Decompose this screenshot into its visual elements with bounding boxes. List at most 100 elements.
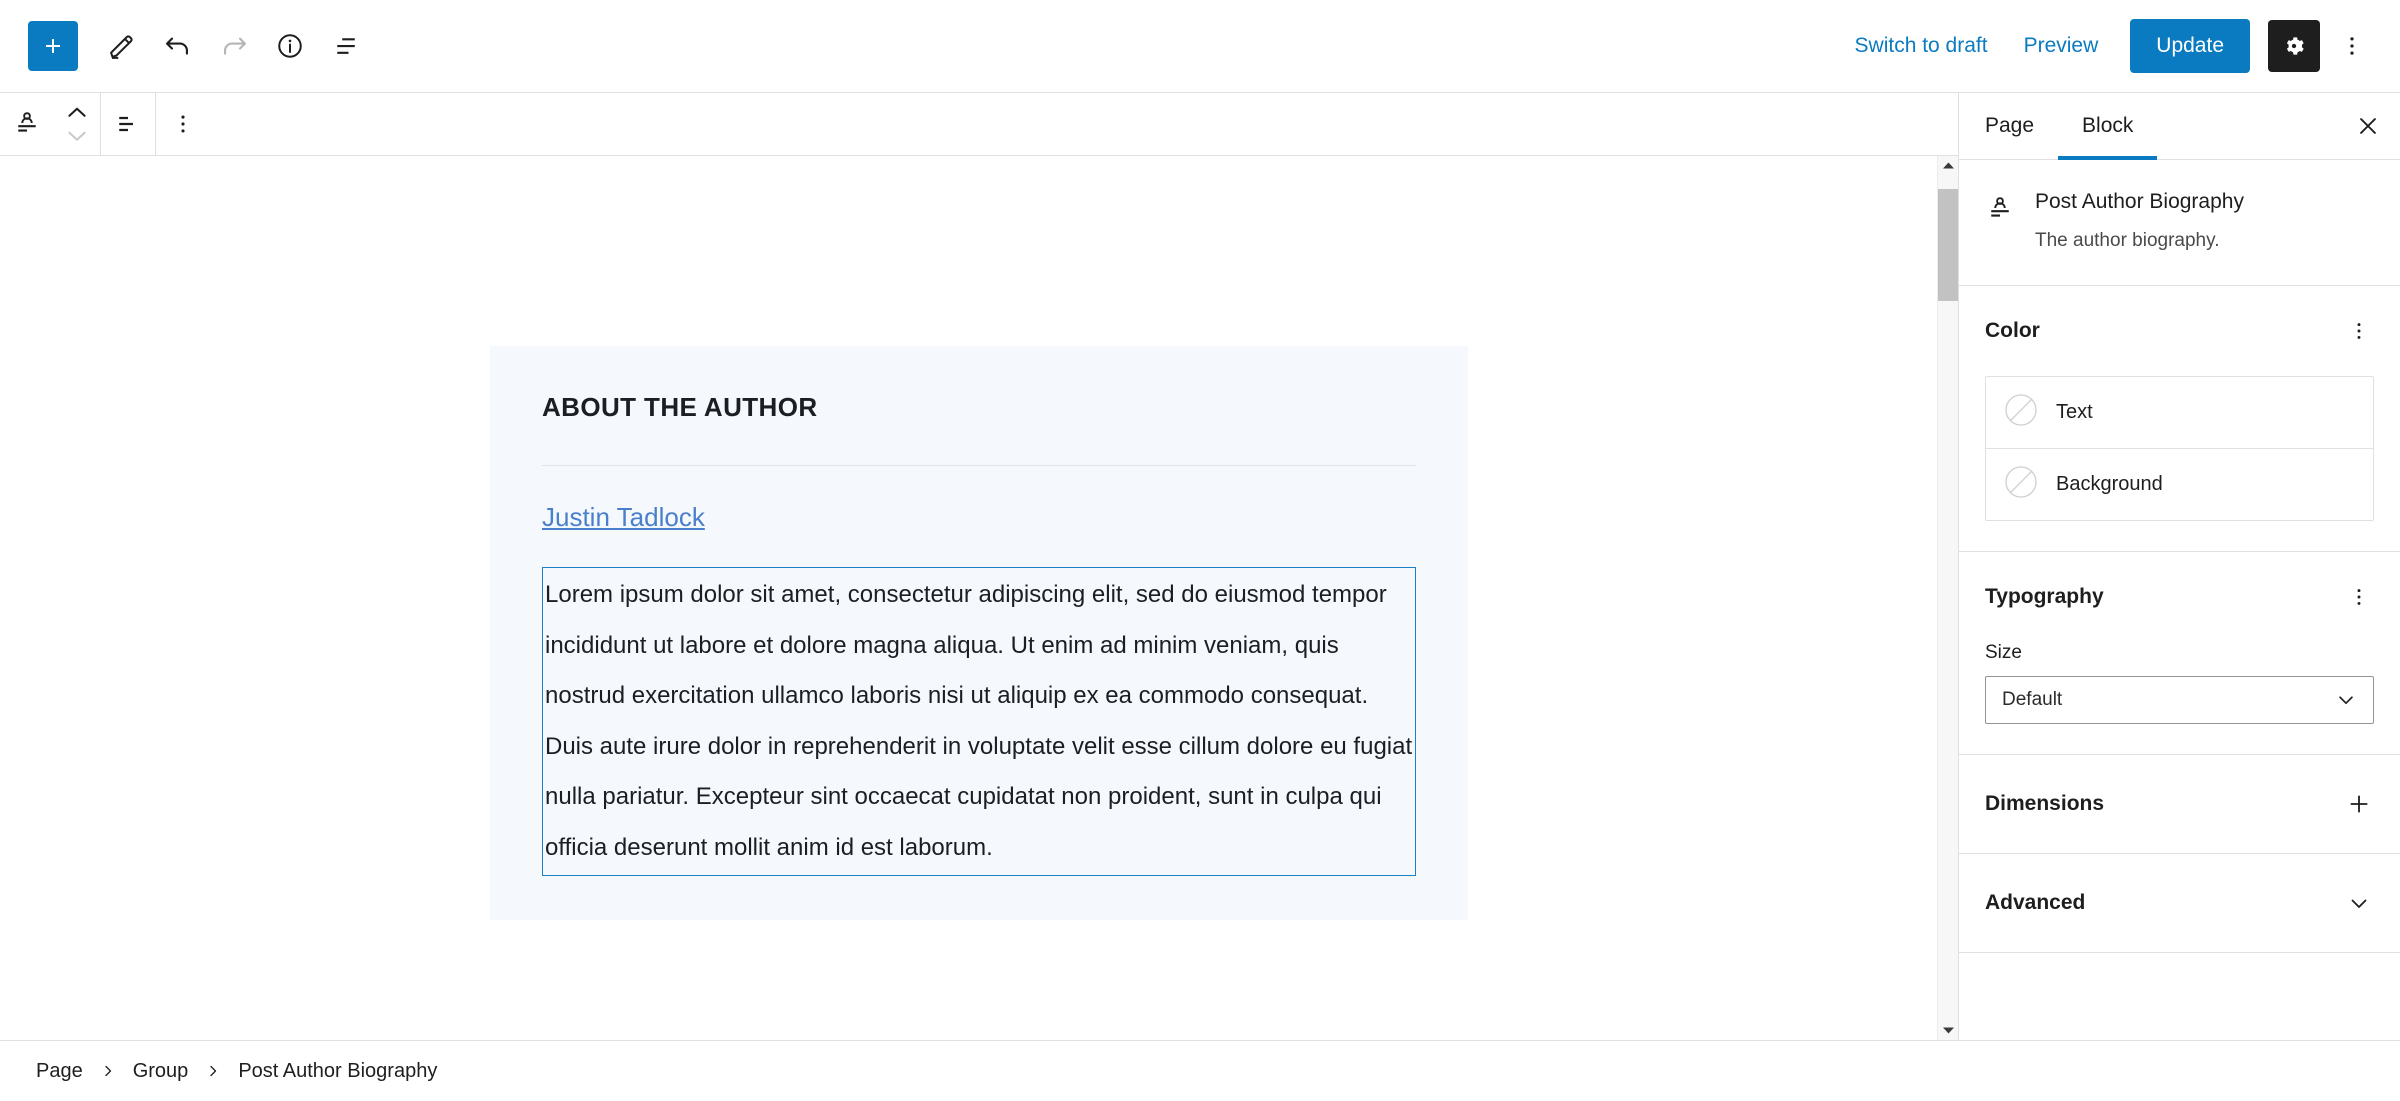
group-block[interactable]: ABOUT THE AUTHOR Justin Tadlock Lorem ip… xyxy=(490,346,1468,920)
pencil-icon xyxy=(109,35,133,59)
details-button[interactable] xyxy=(262,18,318,74)
none-swatch-icon xyxy=(2004,393,2038,432)
info-icon xyxy=(278,34,302,58)
panel-typography: Typography Size Default xyxy=(1959,552,2400,755)
breadcrumb: Page Group Post Author Biography xyxy=(34,1054,439,1089)
breadcrumb-item-page[interactable]: Page xyxy=(34,1054,85,1089)
color-row-text[interactable]: Text xyxy=(1986,376,2373,448)
settings-toggle-button[interactable] xyxy=(2268,20,2320,72)
list-view-icon xyxy=(337,38,355,54)
color-row-background[interactable]: Background xyxy=(1986,447,2373,520)
breadcrumb-item-group[interactable]: Group xyxy=(131,1054,191,1089)
settings-sidebar: Page Block Post Author Biography The aut… xyxy=(1959,93,2400,1040)
color-label-text: Text xyxy=(2056,400,2093,423)
block-card-title: Post Author Biography xyxy=(2035,190,2244,213)
panel-advanced-title: Advanced xyxy=(1985,890,2086,914)
color-label-background: Background xyxy=(2056,472,2163,495)
post-author-name-link[interactable]: Justin Tadlock xyxy=(542,502,705,533)
color-options-list: Text Background xyxy=(1985,375,2374,521)
scroll-down-arrow[interactable] xyxy=(1938,1021,1958,1040)
panel-advanced-header[interactable]: Advanced xyxy=(1959,854,2400,952)
color-options-button[interactable] xyxy=(2340,312,2378,350)
font-size-select[interactable]: Default xyxy=(1985,675,2374,724)
block-options-button[interactable] xyxy=(156,93,210,155)
switch-to-draft-button[interactable]: Switch to draft xyxy=(1837,22,2006,70)
editor-body: ABOUT THE AUTHOR Justin Tadlock Lorem ip… xyxy=(0,93,2400,1040)
font-size-label: Size xyxy=(1985,641,2022,663)
editor-footer: Page Group Post Author Biography xyxy=(0,1040,2400,1101)
caret-down-icon xyxy=(1942,1027,1954,1034)
close-sidebar-button[interactable] xyxy=(2340,93,2396,159)
panel-dimensions-title: Dimensions xyxy=(1985,791,2105,815)
move-down-button[interactable] xyxy=(64,125,90,147)
undo-button[interactable] xyxy=(150,18,206,74)
kebab-vertical-icon xyxy=(2350,37,2354,55)
kebab-vertical-icon xyxy=(181,115,185,133)
block-inserter-button[interactable] xyxy=(28,21,78,71)
undo-icon xyxy=(166,37,188,55)
chevron-down-icon xyxy=(2351,899,2367,908)
scroll-up-arrow[interactable] xyxy=(1938,156,1958,175)
typography-options-button[interactable] xyxy=(2340,578,2378,616)
gear-icon xyxy=(2286,37,2304,55)
block-toolbar xyxy=(0,93,1958,156)
plus-icon xyxy=(2350,795,2368,813)
canvas-scrollbar[interactable] xyxy=(1937,156,1958,1040)
panel-typography-title: Typography xyxy=(1985,584,2104,608)
panel-dimensions-header[interactable]: Dimensions xyxy=(1959,755,2400,853)
block-type-switcher-button[interactable] xyxy=(0,93,54,155)
plus-icon xyxy=(46,39,60,53)
separator-rule xyxy=(542,465,1416,466)
panel-typography-body: Size Default xyxy=(1959,642,2400,754)
more-options-button[interactable] xyxy=(2326,20,2378,72)
preview-button[interactable]: Preview xyxy=(2006,22,2117,70)
chevron-up-icon xyxy=(68,107,86,117)
sidebar-tabs: Page Block xyxy=(1959,93,2400,160)
post-author-biography-text[interactable]: Lorem ipsum dolor sit amet, consectetur … xyxy=(545,570,1415,873)
font-size-value: Default xyxy=(2002,688,2063,710)
header-left-toolbar xyxy=(28,18,374,74)
list-view-button[interactable] xyxy=(318,18,374,74)
kebab-vertical-icon xyxy=(2357,322,2361,339)
align-text-button[interactable] xyxy=(101,93,155,155)
editor-canvas[interactable]: ABOUT THE AUTHOR Justin Tadlock Lorem ip… xyxy=(0,156,1958,1040)
post-author-biography-block[interactable]: Lorem ipsum dolor sit amet, consectetur … xyxy=(542,567,1416,876)
post-author-biography-icon xyxy=(18,112,36,132)
panel-color-title: Color xyxy=(1985,318,2040,342)
panel-typography-header: Typography xyxy=(1959,552,2400,642)
align-group xyxy=(101,93,155,155)
panel-advanced[interactable]: Advanced xyxy=(1959,854,2400,953)
block-type-group xyxy=(0,93,100,155)
header-right-toolbar: Switch to draft Preview Update xyxy=(1837,19,2378,73)
breadcrumb-separator xyxy=(190,1064,236,1078)
redo-icon xyxy=(224,37,246,55)
scrollbar-track[interactable] xyxy=(1938,175,1958,1021)
breadcrumb-item-post-author-biography[interactable]: Post Author Biography xyxy=(236,1054,439,1089)
tab-page[interactable]: Page xyxy=(1985,93,2058,159)
panel-dimensions[interactable]: Dimensions xyxy=(1959,755,2400,854)
redo-button[interactable] xyxy=(206,18,262,74)
none-swatch-icon xyxy=(2004,465,2038,504)
tab-block[interactable]: Block xyxy=(2058,93,2158,160)
close-icon xyxy=(2360,118,2376,134)
chevron-down-icon xyxy=(2335,689,2357,711)
panel-color-body: Text Background xyxy=(1959,375,2400,551)
update-button[interactable]: Update xyxy=(2130,19,2250,73)
editor-column: ABOUT THE AUTHOR Justin Tadlock Lorem ip… xyxy=(0,93,1959,1040)
dimensions-add-button[interactable] xyxy=(2340,785,2378,823)
block-card-description: The author biography. xyxy=(2035,230,2220,251)
advanced-expand-button[interactable] xyxy=(2340,884,2378,922)
block-movers xyxy=(54,93,100,155)
align-text-icon xyxy=(119,116,133,132)
move-up-button[interactable] xyxy=(64,101,90,123)
chevron-down-icon xyxy=(68,131,86,141)
post-author-biography-icon xyxy=(1985,190,2015,255)
block-editor-app: Switch to draft Preview Update ABOUT THE… xyxy=(0,0,2400,1101)
chevron-right-icon xyxy=(105,1065,111,1077)
scrollbar-thumb[interactable] xyxy=(1938,189,1958,301)
block-options-group xyxy=(156,93,210,155)
block-card: Post Author Biography The author biograp… xyxy=(1959,160,2400,286)
panel-color-header: Color xyxy=(1959,286,2400,376)
block-card-text: Post Author Biography The author biograp… xyxy=(2035,190,2244,255)
tools-button[interactable] xyxy=(94,18,150,74)
